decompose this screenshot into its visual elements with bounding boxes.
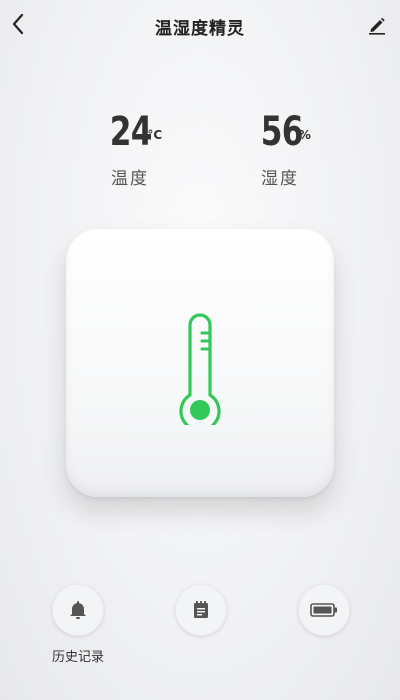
temperature-reading: 24 °C 温度 (55, 106, 205, 189)
edit-button[interactable] (366, 14, 388, 36)
header-bar: 温湿度精灵 (0, 0, 400, 52)
battery-icon (310, 603, 337, 617)
pencil-icon (369, 17, 385, 35)
thermometer-icon (179, 313, 221, 425)
temperature-value: 24 (109, 109, 153, 155)
history-label: 历史记录 (51, 650, 104, 665)
device-card[interactable] (66, 229, 334, 497)
humidity-label: 湿度 (261, 169, 299, 189)
humidity-reading: 56 % 湿度 (205, 106, 355, 189)
bell-icon (70, 601, 86, 619)
battery-button[interactable] (298, 584, 350, 636)
schedule-button[interactable] (175, 584, 227, 636)
calendar-icon (194, 601, 208, 618)
history-button[interactable] (52, 584, 104, 636)
temperature-label: 温度 (111, 169, 149, 189)
humidity-value: 56 (260, 109, 304, 155)
page-title: 温湿度精灵 (155, 19, 245, 39)
